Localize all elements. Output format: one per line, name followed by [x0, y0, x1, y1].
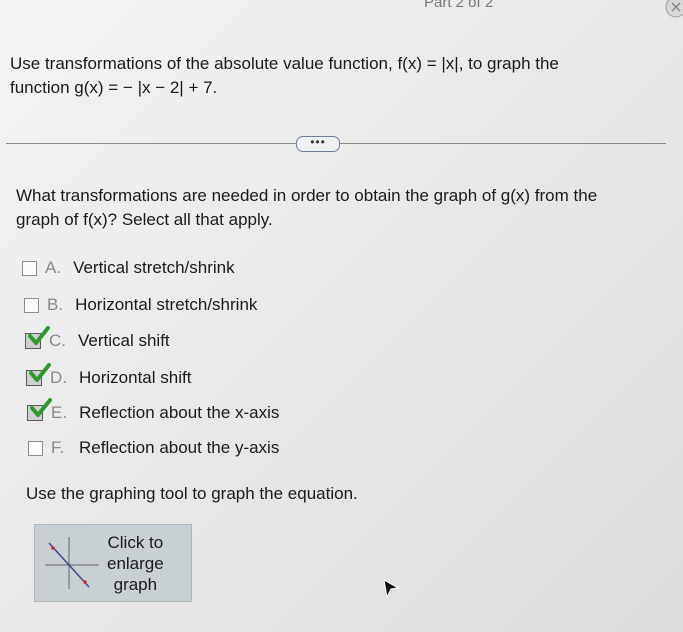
graph-thumbnail-icon	[45, 537, 99, 589]
check-icon	[30, 398, 52, 417]
option-label: Vertical shift	[78, 331, 170, 350]
close-icon[interactable]	[665, 0, 683, 18]
option-f[interactable]: F. Reflection about the y-axis	[28, 436, 279, 460]
option-c[interactable]: C. Vertical shift	[25, 326, 170, 353]
option-letter: B.	[47, 295, 64, 314]
option-label: Reflection about the y-axis	[79, 438, 280, 457]
checkbox[interactable]	[28, 440, 43, 456]
graph-instruction: Use the graphing tool to graph the equat…	[26, 484, 358, 503]
option-letter: D.	[50, 368, 67, 387]
option-a[interactable]: A. Vertical stretch/shrink	[22, 256, 235, 280]
prompt-line-1: What transformations are needed in order…	[16, 186, 598, 205]
checkbox[interactable]	[25, 326, 50, 349]
option-letter: E.	[51, 403, 68, 422]
more-button[interactable]: •••	[296, 136, 340, 152]
option-label: Reflection about the x-axis	[79, 403, 280, 422]
question-text: Use transformations of the absolute valu…	[10, 52, 620, 100]
enlarge-line-1: Click to	[107, 532, 164, 552]
question-line-1: Use transformations of the absolute valu…	[10, 54, 559, 73]
prompt-text: What transformations are needed in order…	[16, 184, 656, 232]
option-letter: F.	[51, 438, 65, 457]
checkbox[interactable]	[27, 398, 52, 421]
part-label: Part 2 of 2	[424, 0, 494, 11]
checkbox[interactable]	[22, 260, 37, 276]
enlarge-line-2: enlarge	[107, 553, 164, 573]
option-letter: C.	[49, 331, 66, 350]
enlarge-line-3: graph	[113, 574, 158, 594]
check-icon	[29, 363, 51, 382]
option-label: Vertical stretch/shrink	[73, 258, 235, 277]
check-icon	[28, 326, 50, 345]
option-letter: A.	[45, 258, 62, 277]
question-line-2: function g(x) = − |x − 2| + 7.	[10, 78, 218, 97]
option-label: Horizontal shift	[79, 368, 192, 387]
enlarge-graph-button[interactable]: Click to enlarge graph	[34, 524, 192, 602]
prompt-line-2: graph of f(x)? Select all that apply.	[16, 210, 273, 229]
option-e[interactable]: E. Reflection about the x-axis	[27, 398, 280, 425]
option-d[interactable]: D. Horizontal shift	[26, 363, 192, 390]
option-b[interactable]: B. Horizontal stretch/shrink	[24, 293, 257, 317]
checkbox[interactable]	[26, 363, 51, 386]
mouse-cursor-icon	[383, 579, 400, 599]
enlarge-graph-label: Click to enlarge graph	[107, 532, 164, 595]
checkbox[interactable]	[24, 297, 39, 313]
option-label: Horizontal stretch/shrink	[75, 295, 258, 314]
